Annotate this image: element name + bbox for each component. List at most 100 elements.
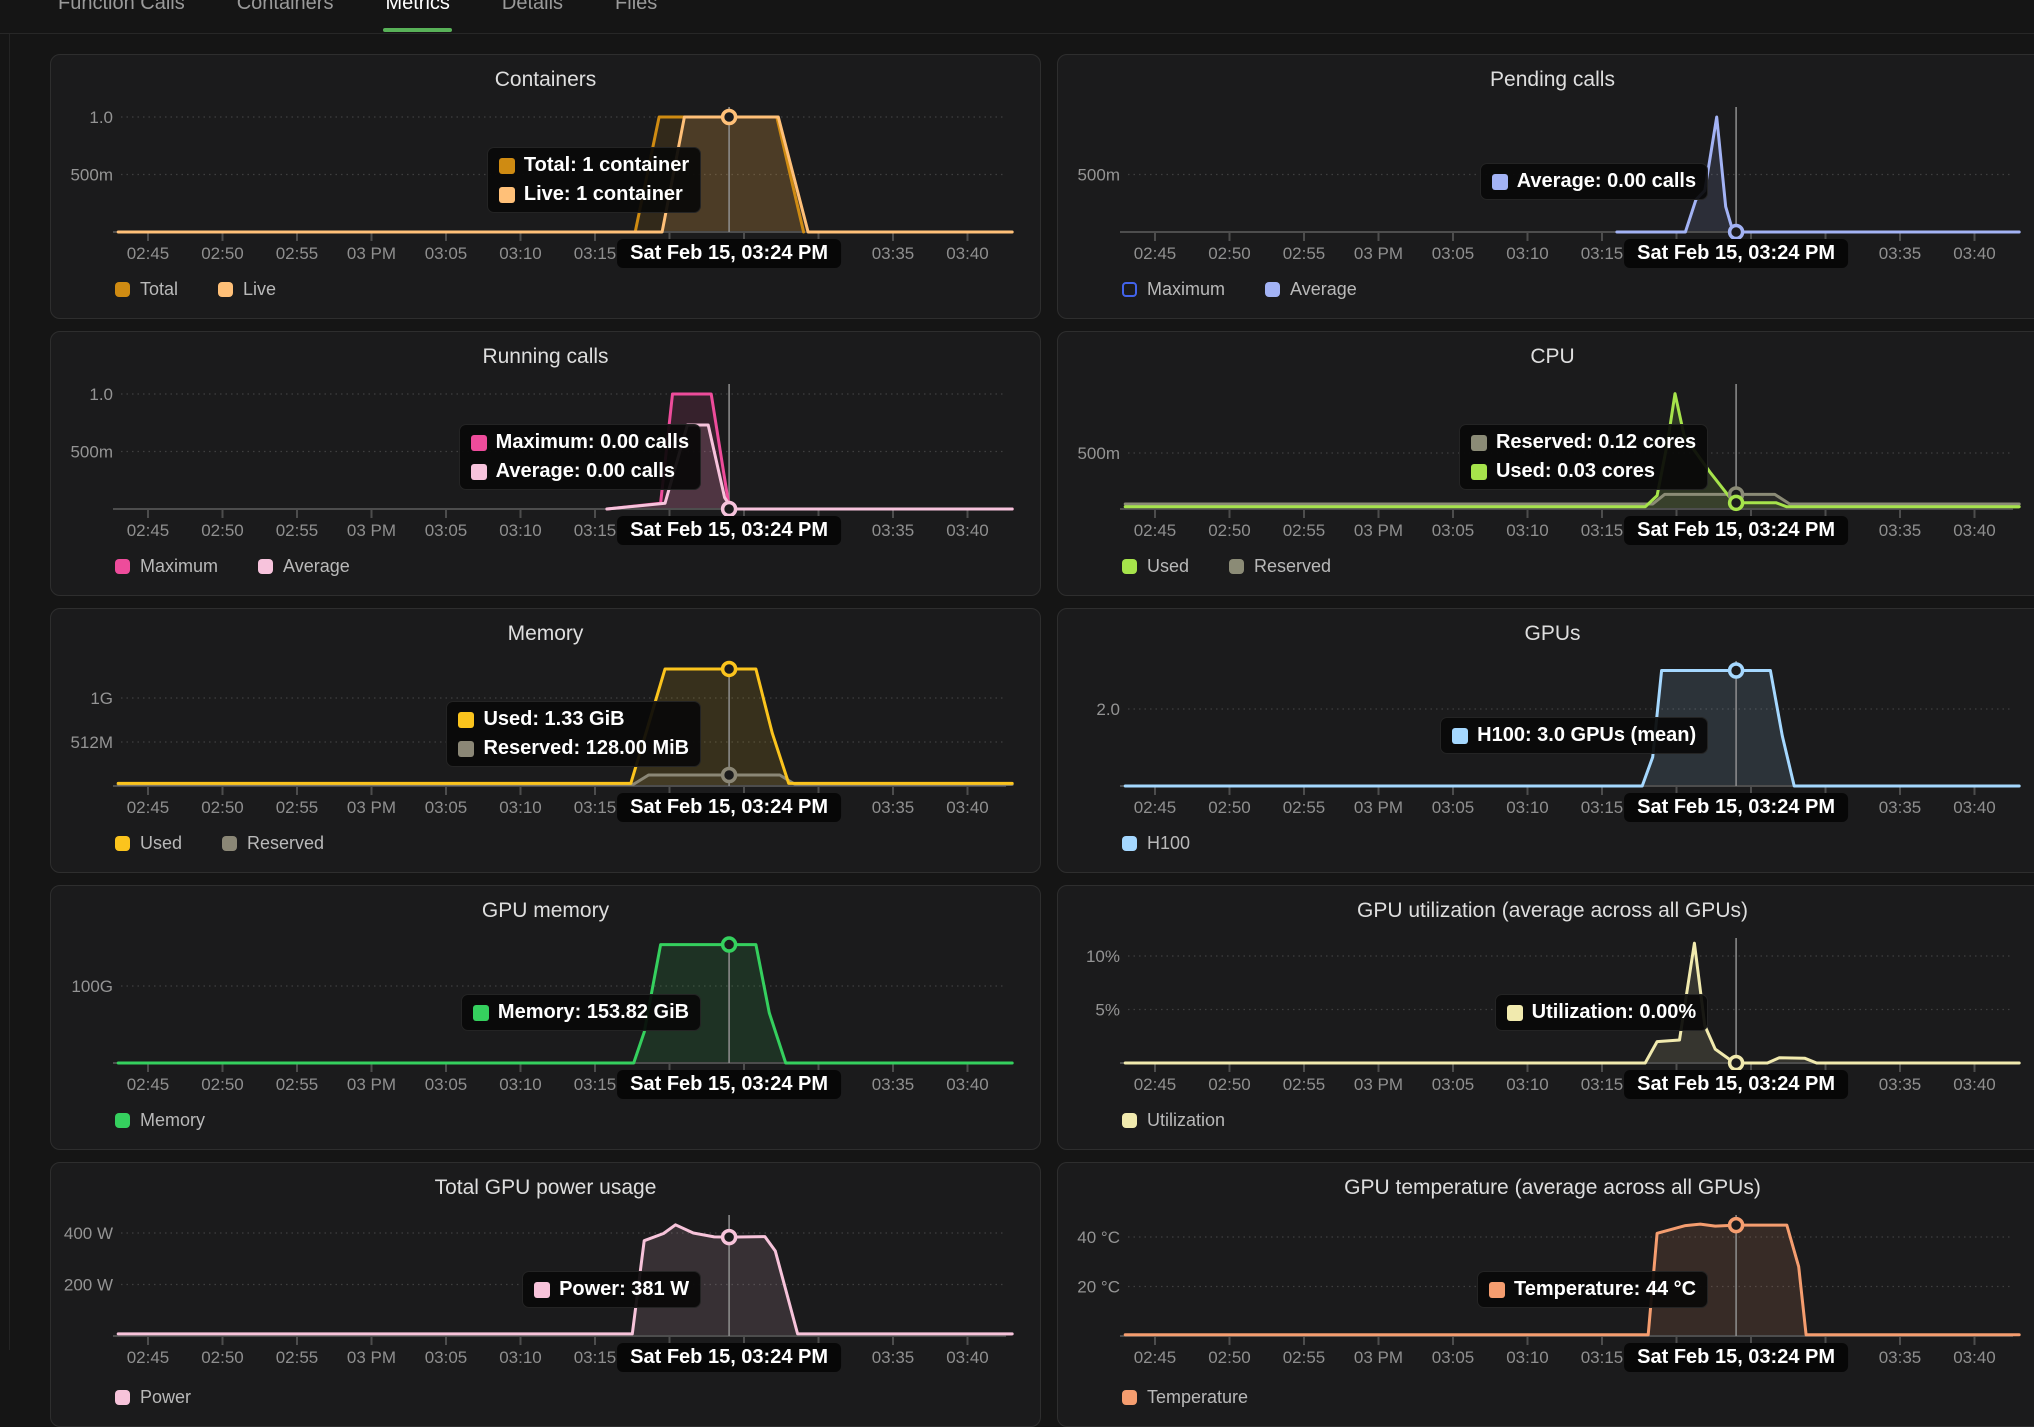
legend-item-power[interactable]: Power bbox=[115, 1387, 191, 1408]
chart-legend: Temperature bbox=[1122, 1387, 1248, 1408]
legend-item-used[interactable]: Used bbox=[115, 833, 182, 854]
x-axis-label: 03:05 bbox=[425, 244, 468, 263]
x-axis-label: 03:30 bbox=[797, 244, 840, 263]
chart-canvas-gpus[interactable]: 2.002:4502:5002:5503 PM03:0503:1003:1503… bbox=[1058, 609, 2034, 873]
x-axis-label: 03:25 bbox=[1730, 798, 1773, 817]
legend-item-h100[interactable]: H100 bbox=[1122, 833, 1190, 854]
x-axis-label: 02:45 bbox=[1134, 244, 1177, 263]
x-axis-label: 03:10 bbox=[1506, 798, 1549, 817]
x-axis-label: 02:55 bbox=[276, 1075, 319, 1094]
legend-label: Average bbox=[283, 556, 350, 577]
hover-marker bbox=[723, 769, 736, 782]
x-axis-label: 03:40 bbox=[946, 244, 989, 263]
hover-marker bbox=[1730, 226, 1743, 239]
legend-label: Live bbox=[243, 279, 276, 300]
y-axis-label: 500m bbox=[70, 443, 113, 462]
x-axis-label: 03:30 bbox=[1804, 1075, 1847, 1094]
series-line-power bbox=[118, 1225, 1012, 1334]
x-axis-label: 03 PM bbox=[1354, 798, 1403, 817]
tab-function-calls[interactable]: Function Calls bbox=[58, 0, 185, 34]
tab-metrics[interactable]: Metrics bbox=[385, 0, 449, 34]
x-axis-label: 03:05 bbox=[1432, 521, 1475, 540]
legend-label: Used bbox=[140, 833, 182, 854]
tab-label: Containers bbox=[237, 0, 334, 15]
x-axis-label: 03:30 bbox=[797, 1075, 840, 1094]
series-line-temperature bbox=[1125, 1224, 2019, 1335]
legend-item-maximum[interactable]: Maximum bbox=[1122, 279, 1225, 300]
legend-swatch-icon bbox=[115, 1390, 130, 1405]
x-axis-label: 03:30 bbox=[1804, 521, 1847, 540]
legend-item-maximum[interactable]: Maximum bbox=[115, 556, 218, 577]
legend-swatch-icon bbox=[1122, 1390, 1137, 1405]
x-axis-label: 03:25 bbox=[723, 244, 766, 263]
legend-label: Reserved bbox=[1254, 556, 1331, 577]
x-axis-label: 03:40 bbox=[946, 1075, 989, 1094]
x-axis-label: 02:45 bbox=[1134, 521, 1177, 540]
legend-item-temperature[interactable]: Temperature bbox=[1122, 1387, 1248, 1408]
x-axis-label: 03:30 bbox=[797, 521, 840, 540]
y-axis-label: 1.0 bbox=[89, 385, 113, 404]
x-axis-label: 03:25 bbox=[1730, 521, 1773, 540]
chart-legend: Utilization bbox=[1122, 1110, 1225, 1131]
legend-item-utilization[interactable]: Utilization bbox=[1122, 1110, 1225, 1131]
legend-item-average[interactable]: Average bbox=[1265, 279, 1357, 300]
chart-legend: Used Reserved bbox=[115, 833, 324, 854]
x-axis-label: 03:15 bbox=[574, 798, 617, 817]
series-area-utilization bbox=[1125, 943, 2019, 1063]
legend-item-used[interactable]: Used bbox=[1122, 556, 1189, 577]
legend-item-reserved[interactable]: Reserved bbox=[222, 833, 324, 854]
chart-canvas-gpu-power[interactable]: 400 W200 W02:4502:5002:5503 PM03:0503:10… bbox=[51, 1163, 1041, 1427]
x-axis-label: 03:40 bbox=[1953, 1348, 1996, 1367]
x-axis-label: 03:20 bbox=[1655, 798, 1698, 817]
x-axis-label: 03:40 bbox=[1953, 798, 1996, 817]
x-axis-label: 03:35 bbox=[872, 244, 915, 263]
x-axis-label: 03:30 bbox=[1804, 1348, 1847, 1367]
chart-card-gpus: GPUs2.002:4502:5002:5503 PM03:0503:1003:… bbox=[1057, 608, 2034, 873]
chart-legend: Power bbox=[115, 1387, 191, 1408]
x-axis-label: 02:50 bbox=[201, 1075, 244, 1094]
x-axis-label: 03:25 bbox=[723, 798, 766, 817]
chart-card-running-calls: Running calls1.0500m02:4502:5002:5503 PM… bbox=[50, 331, 1041, 596]
x-axis-label: 03:05 bbox=[425, 1075, 468, 1094]
legend-item-reserved[interactable]: Reserved bbox=[1229, 556, 1331, 577]
x-axis-label: 03:20 bbox=[648, 1348, 691, 1367]
x-axis-label: 02:50 bbox=[1208, 1348, 1251, 1367]
x-axis-label: 02:55 bbox=[1283, 521, 1326, 540]
x-axis-label: 03:35 bbox=[872, 1348, 915, 1367]
legend-item-live[interactable]: Live bbox=[218, 279, 276, 300]
x-axis-label: 02:45 bbox=[127, 1075, 170, 1094]
x-axis-label: 03:40 bbox=[1953, 244, 1996, 263]
x-axis-label: 03:10 bbox=[499, 798, 542, 817]
tab-details[interactable]: Details bbox=[502, 0, 563, 34]
x-axis-label: 03:35 bbox=[1879, 1075, 1922, 1094]
series-line-reserved bbox=[1125, 494, 2019, 504]
x-axis-label: 02:45 bbox=[127, 1348, 170, 1367]
x-axis-label: 03:10 bbox=[1506, 244, 1549, 263]
legend-item-memory[interactable]: Memory bbox=[115, 1110, 205, 1131]
x-axis-label: 03:40 bbox=[1953, 521, 1996, 540]
legend-label: Utilization bbox=[1147, 1110, 1225, 1131]
chart-legend: Maximum Average bbox=[115, 556, 350, 577]
hover-marker bbox=[723, 662, 736, 675]
y-axis-label: 500m bbox=[70, 166, 113, 185]
legend-swatch-icon bbox=[1122, 559, 1137, 574]
legend-item-total[interactable]: Total bbox=[115, 279, 178, 300]
x-axis-label: 03:40 bbox=[946, 798, 989, 817]
tab-containers[interactable]: Containers bbox=[237, 0, 334, 34]
x-axis-label: 03 PM bbox=[347, 798, 396, 817]
legend-item-average[interactable]: Average bbox=[258, 556, 350, 577]
x-axis-label: 03:30 bbox=[1804, 244, 1847, 263]
series-area-power bbox=[118, 1225, 1012, 1336]
tab-files[interactable]: Files bbox=[615, 0, 657, 34]
x-axis-label: 03:30 bbox=[1804, 798, 1847, 817]
x-axis-label: 03:40 bbox=[946, 1348, 989, 1367]
x-axis-label: 03:10 bbox=[499, 244, 542, 263]
legend-swatch-icon bbox=[115, 1113, 130, 1128]
x-axis-label: 03:35 bbox=[1879, 1348, 1922, 1367]
series-area-h100 bbox=[1125, 671, 2019, 787]
x-axis-label: 03 PM bbox=[347, 244, 396, 263]
x-axis-label: 02:45 bbox=[1134, 1075, 1177, 1094]
x-axis-label: 03:20 bbox=[1655, 521, 1698, 540]
hover-marker bbox=[1730, 496, 1743, 509]
x-axis-label: 02:50 bbox=[201, 798, 244, 817]
